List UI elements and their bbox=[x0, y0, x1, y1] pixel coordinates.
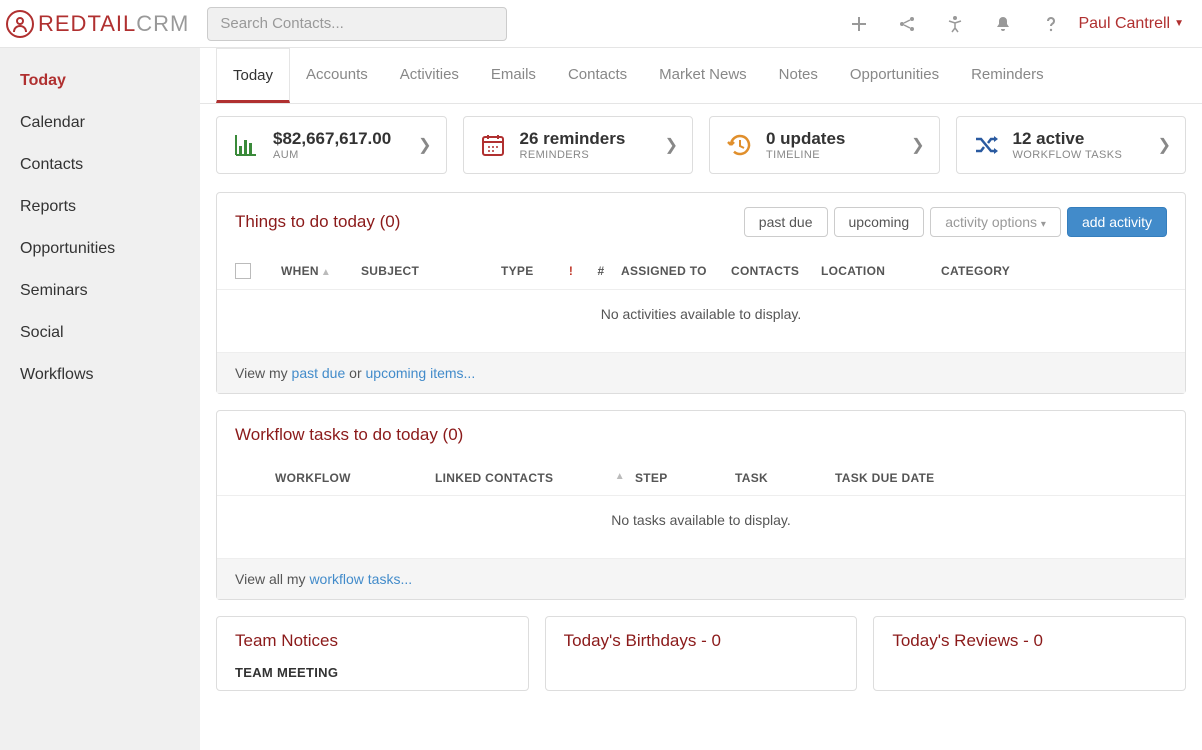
panel-title: Team Notices bbox=[235, 631, 510, 651]
app-header: REDTAILCRM Paul Cantrell ▼ bbox=[0, 0, 1202, 48]
col-location[interactable]: LOCATION bbox=[821, 264, 941, 278]
bell-icon[interactable] bbox=[994, 15, 1012, 33]
past-due-link[interactable]: past due bbox=[292, 365, 346, 381]
chevron-right-icon: ❯ bbox=[418, 135, 431, 155]
stat-aum[interactable]: $82,667,617.00 AUM ❯ bbox=[216, 116, 447, 174]
share-icon[interactable] bbox=[898, 15, 916, 33]
bottom-row: Team Notices TEAM MEETING Today's Birthd… bbox=[200, 616, 1202, 691]
header-icon-group bbox=[850, 15, 1060, 33]
col-type[interactable]: TYPE bbox=[501, 264, 561, 278]
col-step[interactable]: STEP bbox=[635, 471, 735, 485]
workflow-footer: View all my workflow tasks... bbox=[217, 558, 1185, 599]
app-logo[interactable]: REDTAILCRM bbox=[6, 10, 189, 38]
col-contacts[interactable]: CONTACTS bbox=[731, 264, 821, 278]
main-content: Today Accounts Activities Emails Contact… bbox=[200, 48, 1202, 750]
things-table-head: WHEN▲ SUBJECT TYPE ! # ASSIGNED TO CONTA… bbox=[217, 251, 1185, 290]
tab-notes[interactable]: Notes bbox=[763, 48, 834, 103]
workflow-empty: No tasks available to display. bbox=[217, 496, 1185, 558]
tab-activities[interactable]: Activities bbox=[384, 48, 475, 103]
panel-title: Today's Birthdays - 0 bbox=[564, 631, 839, 651]
col-when[interactable]: WHEN▲ bbox=[281, 264, 361, 278]
user-menu[interactable]: Paul Cantrell ▼ bbox=[1078, 15, 1184, 33]
tab-contacts[interactable]: Contacts bbox=[552, 48, 643, 103]
col-assigned[interactable]: ASSIGNED TO bbox=[621, 264, 731, 278]
things-panel: Things to do today (0) past due upcoming… bbox=[216, 192, 1186, 394]
help-icon[interactable] bbox=[1042, 15, 1060, 33]
stat-workflow[interactable]: 12 active WORKFLOW TASKS ❯ bbox=[956, 116, 1187, 174]
add-activity-button[interactable]: add activity bbox=[1067, 207, 1167, 237]
tab-emails[interactable]: Emails bbox=[475, 48, 552, 103]
tab-bar: Today Accounts Activities Emails Contact… bbox=[200, 48, 1202, 104]
panel-title: Things to do today (0) bbox=[235, 212, 400, 232]
stat-label: WORKFLOW TASKS bbox=[1013, 149, 1146, 161]
past-due-button[interactable]: past due bbox=[744, 207, 828, 237]
tab-market-news[interactable]: Market News bbox=[643, 48, 763, 103]
tab-reminders[interactable]: Reminders bbox=[955, 48, 1060, 103]
col-linked[interactable]: LINKED CONTACTS▲ bbox=[435, 471, 635, 485]
stats-row: $82,667,617.00 AUM ❯ 26 reminders REMIND… bbox=[200, 104, 1202, 186]
upcoming-items-link[interactable]: upcoming items... bbox=[366, 365, 476, 381]
col-workflow[interactable]: WORKFLOW bbox=[275, 471, 435, 485]
reviews-panel: Today's Reviews - 0 bbox=[873, 616, 1186, 691]
workflow-table-head: WORKFLOW LINKED CONTACTS▲ STEP TASK TASK… bbox=[217, 459, 1185, 496]
workflow-panel: Workflow tasks to do today (0) WORKFLOW … bbox=[216, 410, 1186, 600]
upcoming-button[interactable]: upcoming bbox=[834, 207, 925, 237]
history-icon bbox=[724, 130, 754, 160]
stat-updates[interactable]: 0 updates TIMELINE ❯ bbox=[709, 116, 940, 174]
sidebar-item-calendar[interactable]: Calendar bbox=[0, 102, 200, 144]
caret-down-icon: ▾ bbox=[1041, 219, 1046, 230]
sidebar-item-social[interactable]: Social bbox=[0, 312, 200, 354]
col-num[interactable]: # bbox=[591, 264, 621, 278]
birthdays-panel: Today's Birthdays - 0 bbox=[545, 616, 858, 691]
team-notice-heading: TEAM MEETING bbox=[235, 665, 510, 680]
panel-title: Today's Reviews - 0 bbox=[892, 631, 1167, 651]
stat-value: 12 active bbox=[1013, 129, 1146, 149]
add-icon[interactable] bbox=[850, 15, 868, 33]
sidebar-item-seminars[interactable]: Seminars bbox=[0, 270, 200, 312]
col-category[interactable]: CATEGORY bbox=[941, 264, 1031, 278]
sidebar: Today Calendar Contacts Reports Opportun… bbox=[0, 48, 200, 750]
activity-options-button[interactable]: activity options ▾ bbox=[930, 207, 1061, 237]
chevron-right-icon: ❯ bbox=[1158, 135, 1171, 155]
stat-value: $82,667,617.00 bbox=[273, 129, 406, 149]
sidebar-item-workflows[interactable]: Workflows bbox=[0, 354, 200, 396]
sidebar-item-reports[interactable]: Reports bbox=[0, 186, 200, 228]
sidebar-item-today[interactable]: Today bbox=[0, 60, 200, 102]
select-all-checkbox[interactable] bbox=[235, 263, 251, 279]
things-footer: View my past due or upcoming items... bbox=[217, 352, 1185, 393]
calendar-icon bbox=[478, 130, 508, 160]
accessibility-icon[interactable] bbox=[946, 15, 964, 33]
logo-text: REDTAILCRM bbox=[38, 11, 189, 37]
team-notices-panel: Team Notices TEAM MEETING bbox=[216, 616, 529, 691]
col-task[interactable]: TASK bbox=[735, 471, 835, 485]
things-empty: No activities available to display. bbox=[217, 290, 1185, 352]
chevron-right-icon: ❯ bbox=[665, 135, 678, 155]
tab-accounts[interactable]: Accounts bbox=[290, 48, 384, 103]
stat-label: REMINDERS bbox=[520, 149, 653, 161]
stat-value: 0 updates bbox=[766, 129, 899, 149]
chevron-right-icon: ❯ bbox=[911, 135, 924, 155]
tab-today[interactable]: Today bbox=[216, 48, 290, 103]
stat-value: 26 reminders bbox=[520, 129, 653, 149]
stat-reminders[interactable]: 26 reminders REMINDERS ❯ bbox=[463, 116, 694, 174]
search-input[interactable] bbox=[207, 7, 507, 41]
col-priority[interactable]: ! bbox=[561, 264, 591, 278]
stat-label: AUM bbox=[273, 149, 406, 161]
shuffle-icon bbox=[971, 130, 1001, 160]
panel-title: Workflow tasks to do today (0) bbox=[235, 425, 463, 445]
workflow-tasks-link[interactable]: workflow tasks... bbox=[309, 571, 412, 587]
user-name: Paul Cantrell bbox=[1078, 15, 1170, 33]
caret-down-icon: ▼ bbox=[1174, 18, 1184, 29]
col-subject[interactable]: SUBJECT bbox=[361, 264, 501, 278]
tab-opportunities[interactable]: Opportunities bbox=[834, 48, 955, 103]
col-due[interactable]: TASK DUE DATE bbox=[835, 471, 1015, 485]
chart-icon bbox=[231, 130, 261, 160]
logo-icon bbox=[6, 10, 34, 38]
sidebar-item-contacts[interactable]: Contacts bbox=[0, 144, 200, 186]
sidebar-item-opportunities[interactable]: Opportunities bbox=[0, 228, 200, 270]
stat-label: TIMELINE bbox=[766, 149, 899, 161]
